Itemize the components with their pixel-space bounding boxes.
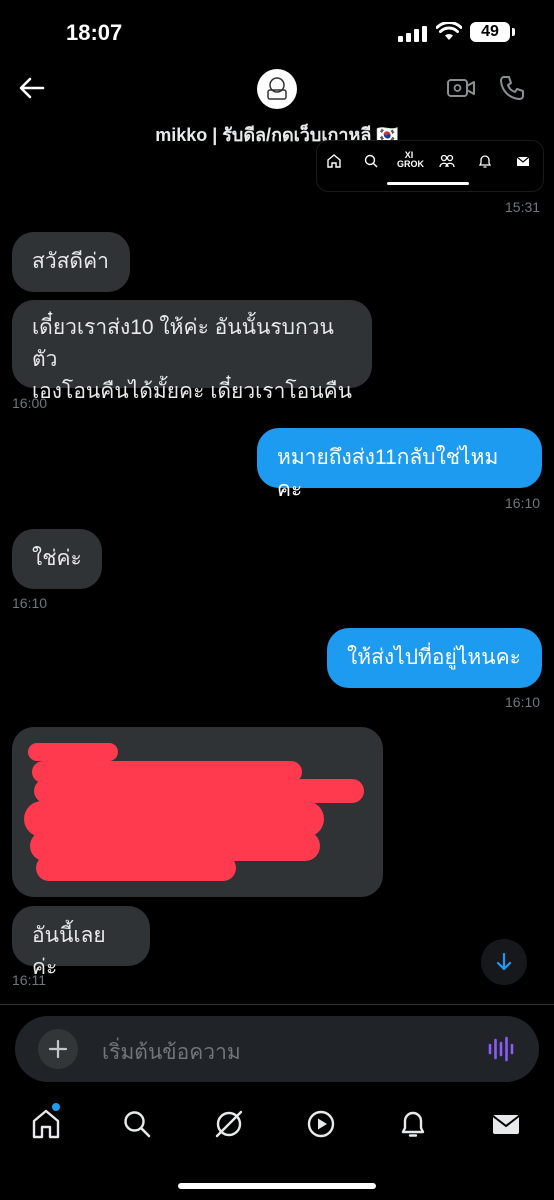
message-time: 16:10 [505, 495, 541, 511]
message-time: 16:00 [12, 395, 48, 411]
message-input[interactable]: เริ่มต้นข้อความ [102, 1036, 241, 1069]
message-incoming[interactable]: สวัสดีค่า [12, 232, 130, 292]
message-time: 16:11 [12, 972, 46, 988]
redaction-mark [36, 855, 236, 881]
notifications-icon[interactable] [477, 153, 493, 169]
notification-dot [52, 1103, 60, 1111]
notifications-icon[interactable] [397, 1108, 429, 1140]
redaction-mark [28, 743, 118, 761]
message-outgoing[interactable]: ให้ส่งไปที่อยู่ไหนคะ [327, 628, 542, 688]
grok-icon[interactable]: XI GROK [397, 151, 424, 169]
avatar-logo-icon [267, 77, 287, 100]
phone-call-icon[interactable] [498, 74, 526, 102]
home-icon[interactable] [326, 153, 342, 169]
status-time: 18:07 [66, 20, 123, 45]
battery-indicator: 49 [470, 22, 510, 42]
message-incoming-redacted[interactable] [12, 727, 383, 897]
home-indicator [178, 1183, 376, 1189]
timestamp: 15:31 [505, 199, 541, 215]
avatar[interactable] [257, 69, 297, 109]
message-incoming[interactable]: เดี๋ยวเราส่ง10 ให้ค่ะ อันนั้นรบกวนตัว เอ… [12, 300, 372, 403]
plus-icon [48, 1039, 68, 1059]
message-line: เดี๋ยวเราส่ง10 ให้ค่ะ อันนั้นรบกวนตัว [32, 316, 334, 371]
arrow-down-icon [496, 952, 512, 971]
mini-nav-active-indicator [387, 182, 469, 185]
message-outgoing[interactable]: หมายถึงส่ง11กลับใช่ไหมคะ [257, 428, 542, 501]
message-time: 16:10 [505, 694, 541, 710]
search-icon[interactable] [363, 153, 379, 169]
communities-icon[interactable] [439, 153, 455, 169]
message-time: 16:10 [12, 595, 48, 611]
add-attachment-button[interactable] [38, 1029, 78, 1069]
back-arrow-icon[interactable] [18, 74, 46, 102]
voice-message-icon[interactable] [486, 1034, 516, 1064]
scroll-to-bottom-button[interactable] [481, 939, 527, 985]
message-incoming[interactable]: ใช่ค่ะ [12, 529, 102, 589]
composer-divider [0, 1004, 554, 1005]
video-icon[interactable] [305, 1108, 337, 1140]
grok-icon[interactable] [213, 1108, 245, 1140]
message-incoming[interactable]: อันนี้เลยค่ะ [12, 906, 150, 979]
home-icon[interactable] [30, 1108, 62, 1140]
video-call-icon[interactable] [446, 76, 476, 100]
message-line: เองโอนคืนได้มั้ยคะ เดี๋ยวเราโอนคืน [32, 380, 353, 403]
redaction-mark [34, 779, 364, 803]
wifi-icon [436, 22, 462, 40]
message-composer[interactable] [15, 1016, 539, 1082]
signal-icon [398, 26, 427, 42]
messages-icon[interactable] [490, 1108, 522, 1140]
search-icon[interactable] [121, 1108, 153, 1140]
messages-icon[interactable] [515, 153, 531, 169]
battery-cap [512, 28, 515, 36]
